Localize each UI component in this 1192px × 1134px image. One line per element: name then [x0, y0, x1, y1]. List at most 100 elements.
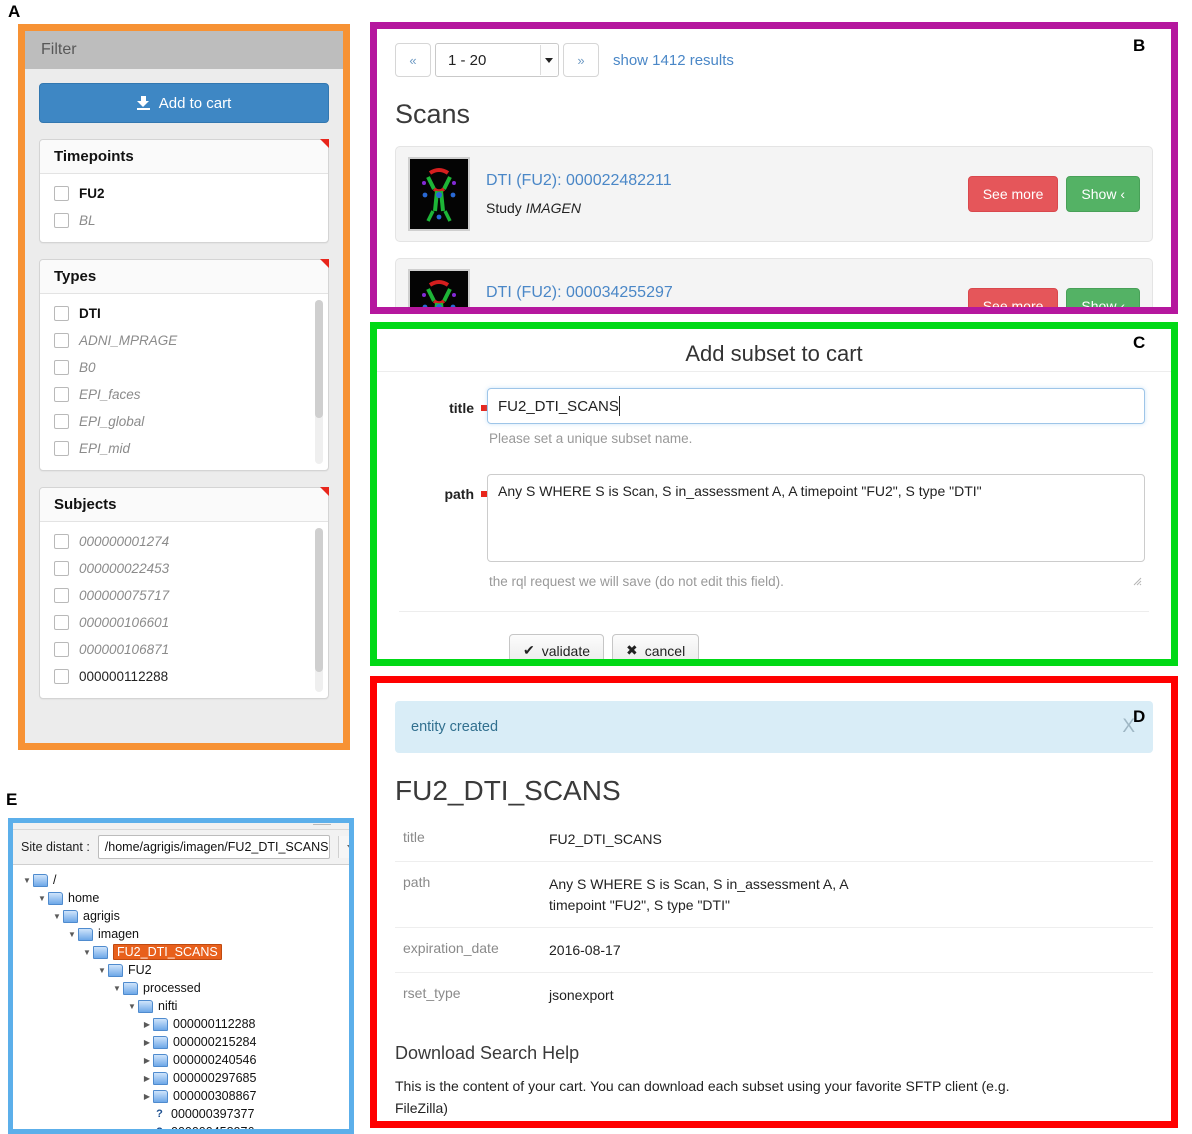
page-range-select[interactable]: 1 - 20	[435, 43, 559, 77]
scrollbar[interactable]	[315, 528, 323, 692]
filter-item[interactable]: EPI_faces	[40, 381, 328, 408]
show-results-link[interactable]: show 1412 results	[613, 52, 734, 69]
chevron-down-icon[interactable]: ▼	[111, 984, 123, 993]
tree-node[interactable]: ▶ 000000240546	[13, 1051, 349, 1069]
chevron-down-icon[interactable]: ▼	[96, 966, 108, 975]
chevron-right-icon[interactable]: ▶	[141, 1020, 153, 1029]
filter-item[interactable]: 000000022453	[40, 555, 328, 582]
chevron-right-icon[interactable]: ▶	[141, 1074, 153, 1083]
tree-node[interactable]: ▼ nifti	[13, 997, 349, 1015]
chevron-down-icon[interactable]: ▼	[51, 912, 63, 921]
scan-title-link[interactable]: DTI (FU2): 000022482211	[486, 172, 952, 190]
validate-button[interactable]: ✔ validate	[509, 634, 604, 659]
panel-label-d: D	[1133, 707, 1146, 726]
filter-item[interactable]: EPI_mid	[40, 435, 328, 462]
filter-item[interactable]: B0	[40, 354, 328, 381]
entity-attribute-row: title FU2_DTI_SCANS	[395, 817, 1153, 862]
checkbox-icon[interactable]	[54, 615, 69, 630]
tree-node[interactable]: ▼ /	[13, 871, 349, 889]
help-heading: Download Search Help	[395, 1043, 580, 1064]
cancel-button[interactable]: ✖ cancel	[612, 634, 700, 659]
filter-group-title: Types	[40, 260, 328, 294]
show-button[interactable]: Show ‹	[1066, 176, 1140, 212]
scan-study: Study IMAGEN	[486, 200, 952, 216]
tree-node[interactable]: ▶ 000000215284	[13, 1033, 349, 1051]
filter-item-label: FU2	[79, 186, 105, 201]
checkbox-icon[interactable]	[54, 534, 69, 549]
filter-item[interactable]: BL	[40, 207, 328, 234]
tree-node[interactable]: ▶ 000000297685	[13, 1069, 349, 1087]
folder-icon	[33, 873, 48, 887]
filter-item[interactable]: 000000001274	[40, 528, 328, 555]
scrollbar[interactable]	[315, 300, 323, 464]
tree-node[interactable]: ▼ home	[13, 889, 349, 907]
tree-node[interactable]: ▼ agrigis	[13, 907, 349, 925]
scan-study-name: IMAGEN	[525, 200, 581, 216]
checkbox-icon[interactable]	[54, 642, 69, 657]
chevron-down-icon[interactable]: ▼	[36, 894, 48, 903]
next-page-button[interactable]: »	[563, 43, 599, 77]
filter-item[interactable]: ADNI_MPRAGE	[40, 327, 328, 354]
tree-node[interactable]: ▼ processed	[13, 979, 349, 997]
scrollbar-thumb[interactable]	[315, 528, 323, 673]
path-field-help: the rql request we will save (do not edi…	[489, 574, 784, 589]
filter-item-label: 000000106871	[79, 642, 170, 657]
site-path-dropdown-button[interactable]	[337, 836, 349, 858]
filter-item[interactable]: FU2	[40, 180, 328, 207]
add-to-cart-button[interactable]: Add to cart	[39, 83, 329, 123]
tree-node[interactable]: ▶ 000000308867	[13, 1087, 349, 1105]
chevron-right-icon[interactable]: ▶	[141, 1092, 153, 1101]
checkbox-icon[interactable]	[54, 441, 69, 456]
filter-item[interactable]: DTI	[40, 300, 328, 327]
scan-thumbnail-icon[interactable]	[408, 269, 470, 307]
site-path-input[interactable]: /home/agrigis/imagen/FU2_DTI_SCANS	[97, 835, 330, 859]
scan-title-link[interactable]: DTI (FU2): 000034255297	[486, 284, 952, 302]
chevron-down-icon[interactable]: ▼	[21, 876, 33, 885]
scan-actions: See more Show ‹	[967, 288, 1140, 307]
checkbox-icon[interactable]	[54, 561, 69, 576]
tree-node[interactable]: ? 000000458976	[13, 1123, 349, 1129]
see-more-button[interactable]: See more	[967, 176, 1059, 212]
filter-item[interactable]: 000000075717	[40, 582, 328, 609]
path-field-label-wrap: path	[377, 474, 487, 589]
checkbox-icon[interactable]	[54, 213, 69, 228]
title-input[interactable]	[487, 388, 1145, 424]
checkbox-icon[interactable]	[54, 333, 69, 348]
checkbox-icon[interactable]	[54, 414, 69, 429]
tree-node[interactable]: ▼ imagen	[13, 925, 349, 943]
tree-node-label: nifti	[158, 999, 178, 1013]
scrollbar-thumb[interactable]	[315, 300, 323, 419]
filter-panel: Filter Add to cart Timepoints FU2 BL Types D…	[18, 24, 350, 750]
checkbox-icon[interactable]	[54, 360, 69, 375]
chevron-right-icon[interactable]: ▶	[141, 1038, 153, 1047]
see-more-button[interactable]: See more	[967, 288, 1059, 307]
resize-handle-icon[interactable]	[1133, 577, 1142, 586]
filter-item[interactable]: EPI_global	[40, 408, 328, 435]
prev-page-button[interactable]: «	[395, 43, 431, 77]
chevron-down-icon[interactable]: ▼	[126, 1002, 138, 1011]
chevron-down-icon[interactable]: ▼	[66, 930, 78, 939]
path-textarea[interactable]	[487, 474, 1145, 562]
show-button[interactable]: Show ‹	[1066, 288, 1140, 307]
checkbox-icon[interactable]	[54, 669, 69, 684]
chevron-down-icon[interactable]: ▼	[81, 948, 93, 957]
tree-node-label: processed	[143, 981, 201, 995]
filter-item[interactable]: 000000106871	[40, 636, 328, 663]
entity-attribute-value: FU2_DTI_SCANS	[549, 831, 662, 847]
group-flag-icon	[320, 139, 329, 148]
filter-item[interactable]: 000000106601	[40, 609, 328, 636]
checkbox-icon[interactable]	[54, 306, 69, 321]
checkbox-icon[interactable]	[54, 186, 69, 201]
scan-thumbnail-icon[interactable]	[408, 157, 470, 231]
folder-icon	[93, 945, 108, 959]
checkbox-icon[interactable]	[54, 387, 69, 402]
tree-node[interactable]: ▼ FU2	[13, 961, 349, 979]
tree-node[interactable]: ▶ 000000112288	[13, 1015, 349, 1033]
group-flag-icon	[320, 259, 329, 268]
tree-node[interactable]: ▼ FU2_DTI_SCANS	[13, 943, 349, 961]
checkbox-icon[interactable]	[54, 588, 69, 603]
tree-node[interactable]: ? 000000397377	[13, 1105, 349, 1123]
chevron-right-icon[interactable]: ▶	[141, 1056, 153, 1065]
filter-item[interactable]: 000000112288	[40, 663, 328, 690]
site-path-bar: Site distant : /home/agrigis/imagen/FU2_…	[13, 830, 349, 865]
